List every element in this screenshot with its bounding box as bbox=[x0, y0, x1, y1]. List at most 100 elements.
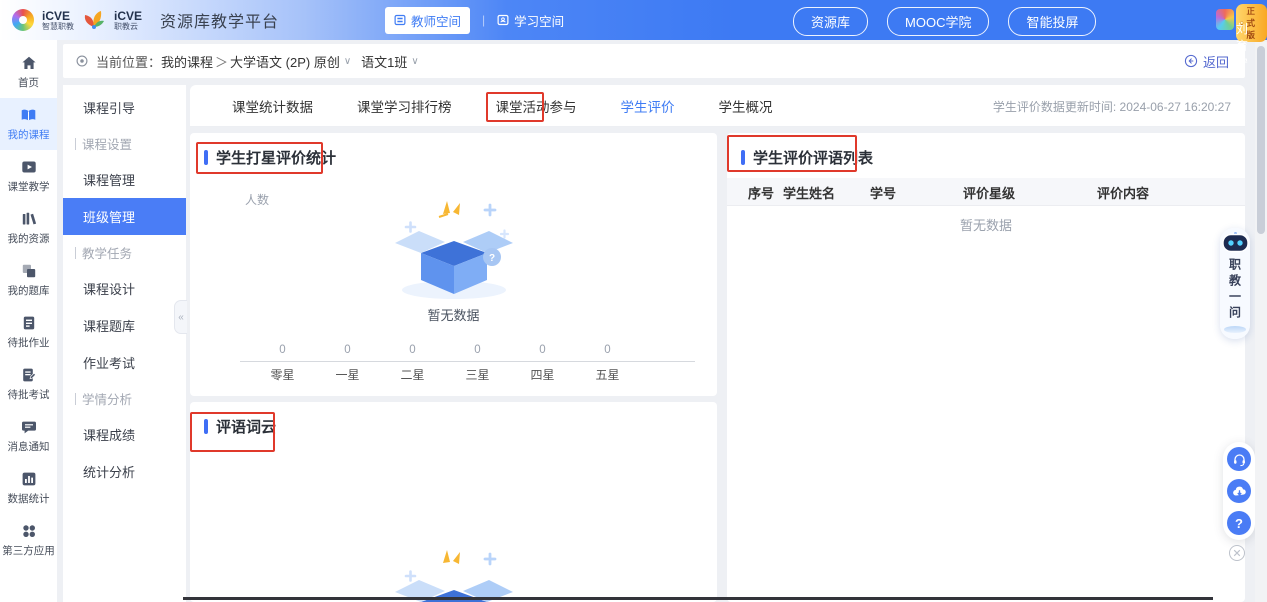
comment-table-header: 序号 学生姓名 学号 评价星级 评价内容 bbox=[727, 178, 1245, 206]
star-rating-panel: 学生打星评价统计 人数 ? 暂无数据 0零星 0一星 bbox=[190, 133, 717, 396]
stacked-cards-icon bbox=[21, 263, 37, 279]
menu-item-course-question-bank[interactable]: 课程题库 bbox=[63, 307, 186, 344]
column-header-index: 序号 bbox=[748, 178, 774, 206]
sidebar-item-notifications[interactable]: 消息通知 bbox=[0, 410, 57, 462]
play-video-icon bbox=[21, 159, 37, 175]
tab-learning-ranking[interactable]: 课堂学习排行榜 bbox=[357, 96, 452, 116]
zjy-assistant-widget[interactable]: 职教一问 bbox=[1220, 228, 1250, 339]
assistant-label: 职教一问 bbox=[1227, 258, 1244, 322]
student-space-icon bbox=[497, 14, 509, 26]
sidebar-item-third-party-apps[interactable]: 第三方应用 bbox=[0, 514, 57, 566]
menu-item-course-guide[interactable]: 课程引导 bbox=[63, 89, 186, 126]
content-tab-bar: 课堂统计数据 课堂学习排行榜 课堂活动参与 学生评价 学生概况 学生评价数据更新… bbox=[190, 85, 1245, 127]
menu-group-teaching-tasks: 教学任务 bbox=[63, 235, 186, 270]
chart-y-axis-label: 人数 bbox=[245, 191, 269, 208]
menu-item-course-grades[interactable]: 课程成绩 bbox=[63, 416, 186, 453]
chevron-down-icon[interactable]: ∨ bbox=[344, 56, 351, 67]
tab-student-overview[interactable]: 学生概况 bbox=[719, 96, 773, 116]
nav-divider: | bbox=[482, 13, 485, 27]
resource-library-button[interactable]: 资源库 bbox=[793, 7, 868, 36]
sidebar-item-data-statistics[interactable]: 数据统计 bbox=[0, 462, 57, 514]
breadcrumb-separator: ＞ bbox=[215, 52, 228, 71]
breadcrumb-class-select[interactable]: 语文1班 bbox=[361, 52, 407, 71]
wordcloud-empty-state bbox=[379, 540, 529, 602]
customer-service-button[interactable] bbox=[1227, 447, 1251, 471]
sidebar-item-pending-homework[interactable]: 待批作业 bbox=[0, 306, 57, 358]
comment-list-panel: 学生评价评语列表 序号 学生姓名 学号 评价星级 评价内容 暂无数据 bbox=[727, 133, 1245, 602]
table-empty-text: 暂无数据 bbox=[727, 215, 1245, 234]
back-button[interactable]: 返回 bbox=[1184, 44, 1229, 78]
tab-activity-participation[interactable]: 课堂活动参与 bbox=[496, 96, 577, 116]
help-button[interactable]: ? bbox=[1227, 511, 1251, 535]
course-menu: 课程引导 课程设置 课程管理 班级管理 教学任务 课程设计 课程题库 作业考试 … bbox=[63, 85, 186, 602]
breadcrumb-bar: 当前位置： 我的课程 ＞ 大学语文 (2P) 原创 ∨ 语文1班 ∨ 返回 bbox=[63, 44, 1245, 78]
apps-grid-icon bbox=[21, 523, 37, 539]
question-mark-icon: ? bbox=[1235, 516, 1243, 531]
breadcrumb-my-courses[interactable]: 我的课程 bbox=[161, 52, 213, 71]
floating-action-pill: ? bbox=[1223, 442, 1255, 540]
tab-class-statistics[interactable]: 课堂统计数据 bbox=[232, 96, 313, 116]
chart-category: 0二星 bbox=[380, 344, 445, 383]
sidebar-item-home[interactable]: 首页 bbox=[0, 46, 57, 98]
menu-item-statistical-analysis[interactable]: 统计分析 bbox=[63, 453, 186, 490]
chart-category: 0零星 bbox=[250, 344, 315, 383]
breadcrumb-course-select[interactable]: 大学语文 (2P) 原创 bbox=[230, 52, 340, 71]
column-header-content: 评价内容 bbox=[1097, 178, 1149, 206]
platform-title: 资源库教学平台 bbox=[160, 8, 279, 32]
app-header: iCVE 智慧职教 iCVE 职教云 资源库教学平台 教师空间 bbox=[0, 0, 1267, 40]
download-center-button[interactable] bbox=[1227, 479, 1251, 503]
column-header-student-id: 学号 bbox=[870, 178, 896, 206]
back-arrow-icon bbox=[1184, 54, 1198, 68]
sidebar-item-pending-exams[interactable]: 待批考试 bbox=[0, 358, 57, 410]
wordcloud-panel: 评语词云 bbox=[190, 402, 717, 602]
teacher-space-icon bbox=[394, 14, 406, 26]
icon-sidebar: 首页 我的课程 课堂教学 我的资源 我的题库 待批作业 待批考试 消息通知 bbox=[0, 40, 57, 602]
brand2-name: iCVE bbox=[114, 10, 142, 22]
empty-box-illustration bbox=[379, 540, 529, 602]
sidebar-item-classroom-teaching[interactable]: 课堂教学 bbox=[0, 150, 57, 202]
brand1-sub: 智慧职教 bbox=[42, 23, 74, 31]
breadcrumb-prefix: 当前位置： bbox=[96, 52, 161, 71]
menu-item-homework-exam[interactable]: 作业考试 bbox=[63, 344, 186, 381]
empty-box-illustration: ? bbox=[379, 191, 529, 303]
tab-student-space[interactable]: 学习空间 bbox=[497, 11, 564, 30]
brand2-sub: 职教云 bbox=[114, 23, 142, 31]
chart-category: 0三星 bbox=[445, 344, 510, 383]
column-header-star-level: 评价星级 bbox=[963, 178, 1015, 206]
books-icon bbox=[21, 211, 37, 227]
home-icon bbox=[21, 55, 37, 71]
chart-category: 0五星 bbox=[575, 344, 640, 383]
app-window: iCVE 智慧职教 iCVE 职教云 资源库教学平台 教师空间 bbox=[0, 0, 1267, 602]
data-update-time: 学生评价数据更新时间: 2024-06-27 16:20:27 bbox=[993, 85, 1231, 127]
header-actions: 资源库 MOOC学院 智能投屏 bbox=[793, 7, 1096, 36]
menu-item-class-management[interactable]: 班级管理 bbox=[63, 198, 186, 235]
tab-teacher-space[interactable]: 教师空间 bbox=[385, 7, 470, 34]
chevron-down-icon[interactable]: ∨ bbox=[411, 56, 418, 67]
space-switcher: 教师空间 | 学习空间 bbox=[385, 0, 564, 40]
robot-icon bbox=[1222, 231, 1249, 254]
empty-state-text: 暂无数据 bbox=[427, 305, 479, 324]
brand1-name: iCVE bbox=[42, 10, 74, 22]
icve-swirl-logo-icon bbox=[12, 9, 34, 31]
sidebar-item-my-courses[interactable]: 我的课程 bbox=[0, 98, 57, 150]
menu-item-course-management[interactable]: 课程管理 bbox=[63, 161, 186, 198]
user-avatar[interactable] bbox=[1216, 9, 1234, 30]
zjy-leaf-logo-icon bbox=[82, 9, 106, 31]
menu-collapse-handle[interactable]: « bbox=[174, 300, 187, 334]
scrollbar-thumb[interactable] bbox=[1257, 46, 1265, 234]
smart-cast-button[interactable]: 智能投屏 bbox=[1008, 7, 1096, 36]
sidebar-item-my-resources[interactable]: 我的资源 bbox=[0, 202, 57, 254]
mooc-academy-button[interactable]: MOOC学院 bbox=[887, 7, 989, 36]
sidebar-item-my-question-bank[interactable]: 我的题库 bbox=[0, 254, 57, 306]
menu-item-course-design[interactable]: 课程设计 bbox=[63, 270, 186, 307]
tab-student-evaluation[interactable]: 学生评价 bbox=[621, 96, 675, 116]
menu-group-learning-analysis: 学情分析 bbox=[63, 381, 186, 416]
close-floating-pill-icon[interactable] bbox=[1229, 545, 1245, 561]
headset-icon bbox=[1232, 452, 1247, 467]
comment-panel-title: 学生评价评语列表 bbox=[741, 147, 873, 168]
document-icon bbox=[21, 315, 37, 331]
column-header-name: 学生姓名 bbox=[783, 178, 835, 206]
chart-category: 0一星 bbox=[315, 344, 380, 383]
chart-category: 0四星 bbox=[510, 344, 575, 383]
logo-cluster: iCVE 智慧职教 iCVE 职教云 资源库教学平台 bbox=[12, 8, 279, 32]
